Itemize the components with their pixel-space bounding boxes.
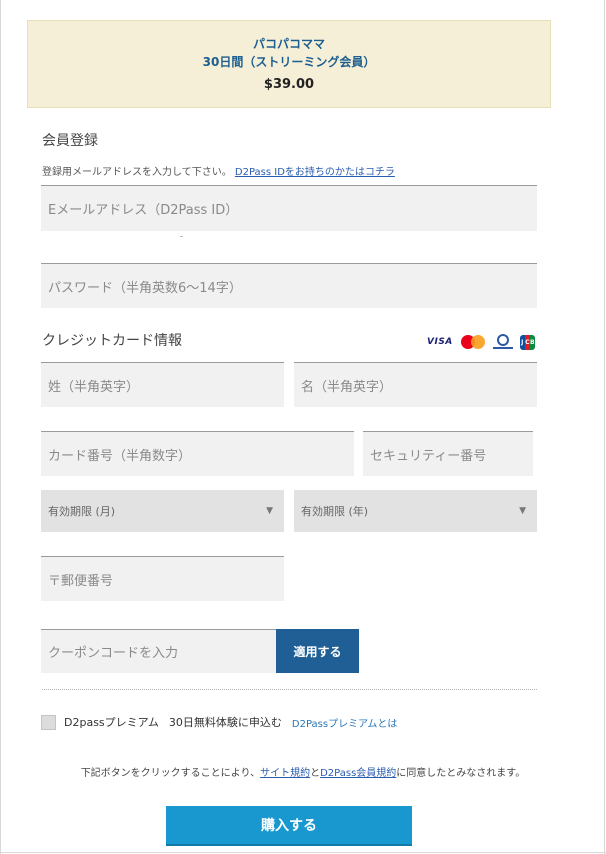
password-placeholder: パスワード（半角英数6〜14字）: [48, 280, 242, 296]
email-help-text: 登録用メールアドレスを入力して下さい。 D2Pass IDをお持ちのかたはコチラ: [42, 163, 395, 178]
chevron-down-icon: ▼: [266, 506, 273, 516]
purchase-button[interactable]: 購入する: [166, 806, 412, 846]
premium-label: D2passプレミアム: [64, 716, 159, 729]
last-name-field[interactable]: 姓（半角英字）: [41, 362, 284, 407]
page-border-left: [0, 0, 1, 854]
coupon-placeholder: クーポンコードを入力: [48, 646, 179, 661]
premium-checkbox[interactable]: [41, 714, 56, 730]
expiry-year-select[interactable]: 有効期限 (年) ▼: [294, 490, 537, 532]
page-border-right: [604, 0, 605, 854]
divider: [42, 689, 537, 690]
security-code-placeholder: セキュリティー番号: [370, 448, 487, 464]
apply-coupon-button[interactable]: 適用する: [276, 629, 359, 673]
diners-club-icon: [492, 334, 513, 350]
product-plan: 30日間（ストリーミング会員）: [202, 55, 376, 69]
premium-option: D2passプレミアム 30日無料体験に申込む D2Passプレミアムとは: [41, 713, 397, 731]
card-number-placeholder: カード番号（半角数字）: [48, 448, 192, 464]
postal-code-placeholder: 〒郵便番号: [48, 573, 114, 589]
chevron-down-icon: ▼: [519, 506, 526, 516]
expiry-month-select[interactable]: 有効期限 (月) ▼: [41, 490, 284, 532]
field-mark: [180, 236, 183, 237]
jcb-icon: J C B: [519, 334, 535, 350]
security-code-field[interactable]: セキュリティー番号: [363, 431, 533, 476]
postal-code-field[interactable]: 〒郵便番号: [41, 556, 284, 601]
coupon-input[interactable]: クーポンコードを入力: [41, 629, 276, 673]
first-name-field[interactable]: 名（半角英字）: [294, 362, 537, 407]
member-terms-link[interactable]: D2Pass会員規約: [320, 768, 396, 779]
visa-icon: VISA: [427, 337, 453, 347]
site-terms-link[interactable]: サイト規約: [260, 768, 310, 779]
premium-trial-text: 30日無料体験に申込む: [168, 716, 282, 729]
email-placeholder: Eメールアドレス（D2Pass ID）: [48, 203, 239, 218]
password-field[interactable]: パスワード（半角英数6〜14字）: [41, 263, 537, 308]
email-help-label: 登録用メールアドレスを入力して下さい。: [42, 167, 232, 178]
first-name-placeholder: 名（半角英字）: [301, 379, 393, 395]
agreement-text: 下記ボタンをクリックすることにより、サイト規約とD2Pass会員規約に同意したと…: [80, 768, 526, 779]
product-summary: パコパコママ 30日間（ストリーミング会員） $39.00: [27, 20, 551, 108]
card-number-field[interactable]: カード番号（半角数字）: [41, 431, 354, 476]
expiry-year-label: 有効期限 (年): [301, 505, 369, 518]
registration-title: 会員登録: [42, 133, 98, 149]
mastercard-icon: [460, 334, 486, 350]
premium-info-link[interactable]: D2Passプレミアムとは: [292, 715, 398, 730]
credit-card-title: クレジットカード情報: [42, 333, 182, 349]
card-brand-logos: VISA J C B: [427, 333, 535, 351]
expiry-month-label: 有効期限 (月): [48, 505, 116, 518]
product-name: パコパコママ: [252, 37, 325, 51]
last-name-placeholder: 姓（半角英字）: [48, 379, 140, 395]
product-price: $39.00: [263, 77, 315, 92]
email-field[interactable]: Eメールアドレス（D2Pass ID）: [41, 185, 537, 231]
d2pass-login-link[interactable]: D2Pass IDをお持ちのかたはコチラ: [235, 167, 395, 178]
page-border-bottom: [0, 852, 606, 853]
